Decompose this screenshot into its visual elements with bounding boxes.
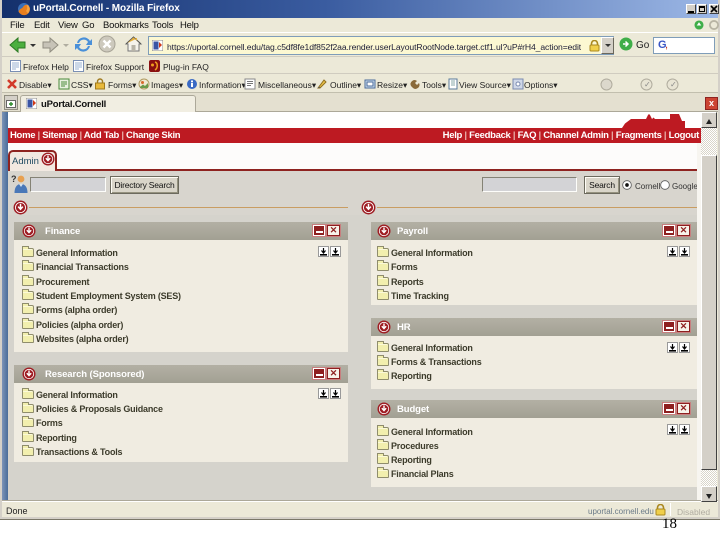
svg-text:✓: ✓ [670, 80, 677, 89]
svg-text:?: ? [11, 174, 17, 184]
svg-text:✓: ✓ [644, 80, 651, 89]
